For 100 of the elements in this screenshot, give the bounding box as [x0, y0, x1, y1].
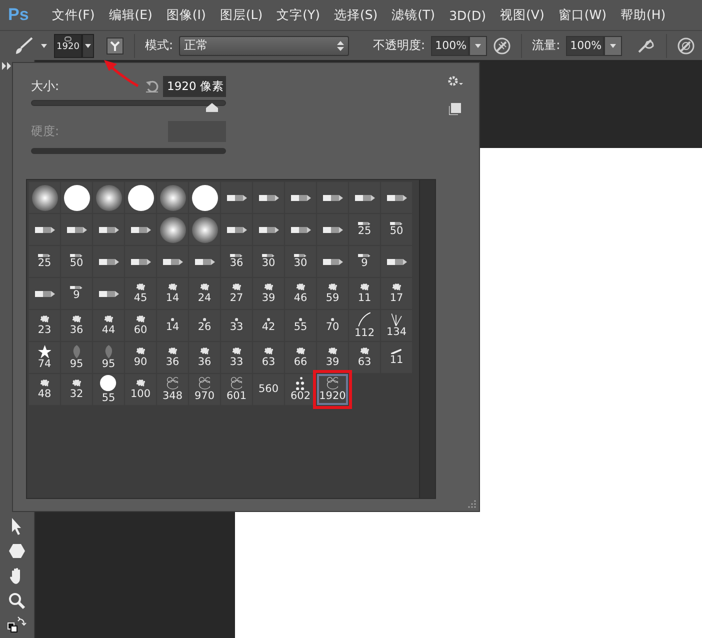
brush-preset[interactable]: [285, 182, 316, 213]
brush-preset[interactable]: 26: [189, 310, 220, 341]
brush-preset[interactable]: 33: [221, 342, 252, 373]
menu-item[interactable]: 编辑(E): [102, 4, 160, 26]
airbrush-button[interactable]: [636, 36, 656, 54]
brush-preset[interactable]: 25: [349, 214, 380, 245]
brush-preset[interactable]: 46: [285, 278, 316, 309]
brush-preset[interactable]: [317, 214, 348, 245]
brush-preset[interactable]: [157, 214, 188, 245]
menu-item[interactable]: 滤镜(T): [384, 4, 442, 26]
brush-preset[interactable]: [253, 214, 284, 245]
brush-preset[interactable]: 14: [157, 310, 188, 341]
menu-item[interactable]: 3D(D): [442, 4, 494, 26]
brush-preset[interactable]: 39: [317, 342, 348, 373]
brush-preset[interactable]: 24: [189, 278, 220, 309]
brush-preset[interactable]: 63: [349, 342, 380, 373]
settings-button[interactable]: [447, 75, 463, 87]
brush-preset[interactable]: 59: [317, 278, 348, 309]
brush-preset[interactable]: 55: [285, 310, 316, 341]
brush-preset[interactable]: 33: [221, 310, 252, 341]
brush-preset[interactable]: 36: [61, 310, 92, 341]
opacity-pressure-button[interactable]: [493, 36, 512, 54]
brush-preset[interactable]: [189, 182, 220, 213]
size-field[interactable]: 1920 像素: [163, 76, 226, 96]
brush-preset[interactable]: 14: [157, 278, 188, 309]
brush-preset[interactable]: [93, 182, 124, 213]
brush-preset[interactable]: 45: [125, 278, 156, 309]
brush-preset[interactable]: [29, 214, 60, 245]
brush-preset[interactable]: [253, 182, 284, 213]
brush-tool-button[interactable]: [14, 36, 34, 54]
brush-preset-button[interactable]: 1920: [54, 34, 82, 58]
brush-preset[interactable]: [125, 246, 156, 277]
slider-thumb[interactable]: [206, 103, 218, 112]
brush-preset[interactable]: 112: [349, 310, 380, 341]
preset-dropdown-button[interactable]: [82, 34, 94, 58]
mode-dropdown[interactable]: 正常: [179, 36, 350, 56]
brush-preset[interactable]: 30: [253, 246, 284, 277]
brush-preset[interactable]: 36: [189, 342, 220, 373]
menu-item[interactable]: 图像(I): [159, 4, 213, 26]
opacity-field[interactable]: 100%: [431, 36, 470, 56]
brush-preset[interactable]: [285, 214, 316, 245]
brush-preset[interactable]: 95: [61, 342, 92, 373]
zoom-tool-button[interactable]: [7, 591, 27, 611]
brush-preset[interactable]: 70: [317, 310, 348, 341]
brush-preset[interactable]: [29, 182, 60, 213]
scrollbar[interactable]: [419, 180, 435, 498]
brush-preset[interactable]: 9: [349, 246, 380, 277]
brush-preset[interactable]: 90: [125, 342, 156, 373]
menu-item[interactable]: 帮助(H): [613, 4, 673, 26]
brush-preset[interactable]: 134: [381, 310, 412, 341]
brush-preset[interactable]: 95: [93, 342, 124, 373]
resize-grip-icon[interactable]: [468, 500, 476, 508]
size-pressure-button[interactable]: [677, 36, 696, 54]
brush-preset[interactable]: [93, 214, 124, 245]
brush-preset[interactable]: 348: [157, 374, 188, 405]
menu-item[interactable]: 视图(V): [493, 4, 552, 26]
brush-preset[interactable]: 44: [93, 310, 124, 341]
brush-preset[interactable]: 30: [285, 246, 316, 277]
shape-tool-button[interactable]: [7, 541, 27, 561]
brush-preset[interactable]: 23: [29, 310, 60, 341]
brush-preset[interactable]: [189, 214, 220, 245]
brush-preset[interactable]: [61, 182, 92, 213]
brush-preset[interactable]: [317, 182, 348, 213]
brush-preset[interactable]: 60: [125, 310, 156, 341]
brush-preset[interactable]: 11: [349, 278, 380, 309]
flow-dropdown-button[interactable]: [604, 36, 622, 56]
brush-preset[interactable]: 74: [29, 342, 60, 373]
brush-preset[interactable]: [29, 278, 60, 309]
brush-preset[interactable]: 36: [157, 342, 188, 373]
size-slider[interactable]: [31, 100, 226, 112]
brush-preset[interactable]: 1920: [317, 374, 348, 405]
brush-preset[interactable]: 48: [29, 374, 60, 405]
new-preset-button[interactable]: [449, 103, 461, 115]
brush-preset[interactable]: [157, 182, 188, 213]
brush-preset[interactable]: [125, 182, 156, 213]
menu-item[interactable]: 窗口(W): [551, 4, 614, 26]
brush-preset[interactable]: [349, 182, 380, 213]
opacity-dropdown-button[interactable]: [469, 36, 488, 56]
brush-preset[interactable]: 11: [381, 342, 412, 373]
reset-size-button[interactable]: [145, 80, 159, 92]
brush-preset[interactable]: [381, 246, 412, 277]
brush-preset[interactable]: 39: [253, 278, 284, 309]
brush-preset[interactable]: [381, 182, 412, 213]
brush-preset[interactable]: 9: [61, 278, 92, 309]
brush-preset[interactable]: [93, 246, 124, 277]
brush-preset[interactable]: 50: [61, 246, 92, 277]
brush-preset[interactable]: 100: [125, 374, 156, 405]
brush-preset[interactable]: 32: [61, 374, 92, 405]
brush-preset[interactable]: [93, 278, 124, 309]
brush-preset[interactable]: [61, 214, 92, 245]
menu-item[interactable]: 图层(L): [212, 4, 270, 26]
brush-preset[interactable]: 36: [221, 246, 252, 277]
brush-preset[interactable]: 27: [221, 278, 252, 309]
brush-preset[interactable]: [157, 246, 188, 277]
brush-preset[interactable]: 17: [381, 278, 412, 309]
brush-preset[interactable]: 25: [29, 246, 60, 277]
brush-preset[interactable]: 970: [189, 374, 220, 405]
brush-preset[interactable]: [125, 214, 156, 245]
brush-preset[interactable]: 66: [285, 342, 316, 373]
brush-preset[interactable]: [221, 214, 252, 245]
